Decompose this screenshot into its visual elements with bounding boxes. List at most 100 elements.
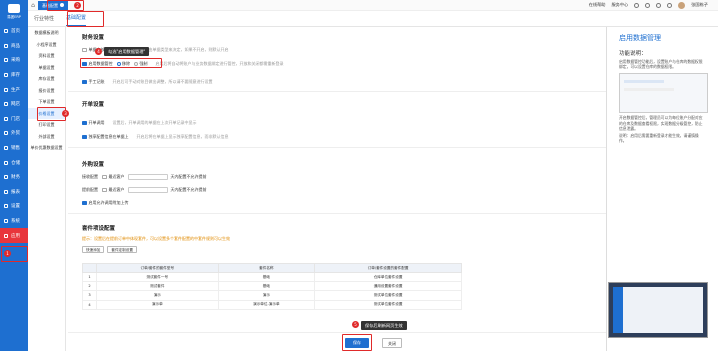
table-row[interactable]: 3 演示 演示 测试单位套件设置 [82, 290, 462, 301]
search-icon[interactable] [645, 2, 651, 8]
highlight-save [342, 334, 372, 351]
home-icon [4, 29, 8, 34]
topbar-right: 在线帮助 服务中心 张国栋子 [589, 1, 718, 9]
report-icon [4, 189, 8, 194]
subnav-item[interactable]: 单据设置 [28, 62, 65, 74]
subnav-item[interactable]: 下单设置 [28, 96, 65, 108]
nav-item-system[interactable]: 系统 [0, 214, 28, 229]
system-icon [4, 219, 8, 224]
subnav-item[interactable]: 数据模板说明 [28, 27, 65, 39]
row-upload: 启用允许调用附加上传 [82, 200, 129, 206]
gear-icon [4, 204, 8, 209]
nav-item-warehouse[interactable]: 仓储 [0, 155, 28, 170]
days-input[interactable] [127, 187, 168, 193]
nav-item-shop[interactable]: 门店 [0, 112, 28, 127]
help-text: 说明：启用后需要重新登录才能生效，请谨慎操作。 [619, 133, 699, 144]
nav-item-goods[interactable]: 商品 [0, 39, 28, 54]
shop-icon [4, 116, 8, 121]
subnav-item[interactable]: 外部设置 [28, 131, 65, 143]
section-title: 财务设置 [82, 35, 105, 41]
top-bar: ⌂ 基础配置 ⚙ 在线帮助 服务中心 张国栋子 [28, 0, 718, 11]
help-thumbnail [608, 282, 708, 338]
app-logo: 易团ERP [0, 0, 28, 24]
checkbox[interactable] [82, 47, 87, 53]
help-subtitle: 功能说明： [619, 51, 647, 57]
table-header-row: 订单/套件的套件型号 套件名称 订单/套件设置的套件配置 [82, 263, 462, 273]
highlight-basic-tab [67, 11, 104, 27]
globe-icon [4, 131, 8, 136]
step-badge-5: 5 [352, 321, 359, 328]
nav-item-sales[interactable]: 销售 [0, 141, 28, 156]
checkbox[interactable] [102, 187, 107, 193]
nav-item-home[interactable]: 首页 [0, 24, 28, 39]
settings-icon[interactable] [667, 2, 673, 8]
cart-icon [4, 58, 8, 63]
table-row[interactable]: 4 演示单 演示单位-演示单 测试单位套件设置 [82, 299, 462, 310]
divider [68, 213, 606, 214]
settings-subnav: 数据模板说明 小程序设置 资料设置 单据设置 库存设置 报价设置 下单设置 价格… [28, 27, 66, 351]
service-center-link[interactable]: 服务中心 [611, 2, 628, 8]
days-input[interactable] [127, 174, 168, 180]
table-row[interactable]: 2 测试套件 基础 通用设置套件设置 [82, 281, 462, 292]
factory-icon [4, 87, 8, 92]
help-title: 启用数据管理 [619, 34, 661, 42]
row-advance: 提前配置 最近客户 天内配置不允许提前 [82, 187, 207, 193]
subnav-item[interactable]: 库存设置 [28, 73, 65, 85]
avatar[interactable] [678, 1, 686, 9]
checkbox[interactable] [82, 134, 87, 140]
nav-item-stock[interactable]: 库存 [0, 68, 28, 83]
checkbox[interactable] [82, 79, 87, 85]
main-sidebar: 易团ERP 首页 商品 采购 库存 生产 网店 门店 外贸 销售 仓储 财务 报… [0, 0, 28, 351]
help-screenshot [619, 73, 708, 114]
app-name: 易团ERP [7, 15, 21, 19]
divider [68, 147, 606, 148]
nav-item-trade[interactable]: 外贸 [0, 126, 28, 141]
warehouse-hint: 提示：设置后在提前订单中体现套件，可以设置多个套件配置的中套件规则可以生效 [82, 236, 230, 241]
online-help-link[interactable]: 在线帮助 [589, 2, 606, 8]
config-tabs: 行业特性 基础配置 [28, 11, 718, 27]
tooltip-save: 保存后刷新网页生效 [361, 321, 407, 330]
divider [68, 91, 606, 92]
warehouse-icon [4, 160, 8, 165]
table-row[interactable]: 1 测试套件一号 基础 仓库单位套件设置 [82, 271, 462, 283]
nav-item-report[interactable]: 报表 [0, 185, 28, 200]
row-receive: 接收配置 最近客户 天内配置不允许提前 [82, 174, 207, 180]
row-manual: 手工记账 开启后可手动对账目做出调整，所以请不要随意进行设置 [82, 79, 213, 85]
checkbox[interactable] [82, 120, 87, 126]
section-title: 外购设置 [82, 162, 105, 168]
home-icon[interactable] [634, 2, 640, 8]
nav-item-production[interactable]: 生产 [0, 82, 28, 97]
step-badge-1: 1 [4, 250, 11, 257]
user-name[interactable]: 张国栋子 [691, 2, 708, 8]
subnav-item[interactable]: 报价设置 [28, 85, 65, 97]
subnav-item[interactable]: 单价优惠数据设置 [28, 142, 65, 154]
kit-table: 订单/套件的套件型号 套件名称 订单/套件设置的套件配置 1 测试套件一号 基础 仓库… [82, 263, 462, 310]
tab-industry[interactable]: 行业特性 [34, 15, 54, 26]
custom-settings-button[interactable]: 套件定制设置 [107, 246, 137, 253]
checkbox[interactable] [102, 174, 107, 180]
bell-icon[interactable] [656, 2, 662, 8]
help-text: 开启数据管控后，管理员可以为每位账户分配对应的仓库及数据查看权限，实现数据分级管… [619, 115, 703, 131]
highlight-data-control [80, 58, 162, 68]
apps-icon [4, 233, 8, 238]
home-icon[interactable]: ⌂ [28, 2, 38, 9]
row-open-call: 开单调用 设置后，开单调用的单据在上次开单记录中显示 [82, 120, 197, 126]
tooltip-enable-data: 勾选"启用数据管理" [104, 47, 150, 56]
checkbox[interactable] [82, 200, 87, 206]
warehouse-toolbar: 快速添加 套件定制设置 [82, 246, 140, 253]
subnav-item[interactable]: 资料设置 [28, 50, 65, 62]
box-icon [4, 43, 8, 48]
help-text: 启用数据管控功能后，设置账户与仓库的数据权限绑定，可以设置仓库的数据权限。 [619, 59, 703, 70]
sales-icon [4, 146, 8, 151]
money-icon [4, 175, 8, 180]
quick-add-button[interactable]: 快速添加 [82, 246, 105, 253]
subnav-item[interactable]: 小程序设置 [28, 39, 65, 51]
nav-item-online-store[interactable]: 网店 [0, 97, 28, 112]
nav-item-settings[interactable]: 设置 [0, 199, 28, 214]
step-badge-4: 4 [95, 48, 102, 55]
close-button[interactable]: 关闭 [382, 338, 402, 348]
nav-item-apps[interactable]: 应用 [0, 228, 28, 243]
stock-icon [4, 73, 8, 78]
nav-item-finance[interactable]: 财务 [0, 170, 28, 185]
nav-item-purchase[interactable]: 采购 [0, 53, 28, 68]
